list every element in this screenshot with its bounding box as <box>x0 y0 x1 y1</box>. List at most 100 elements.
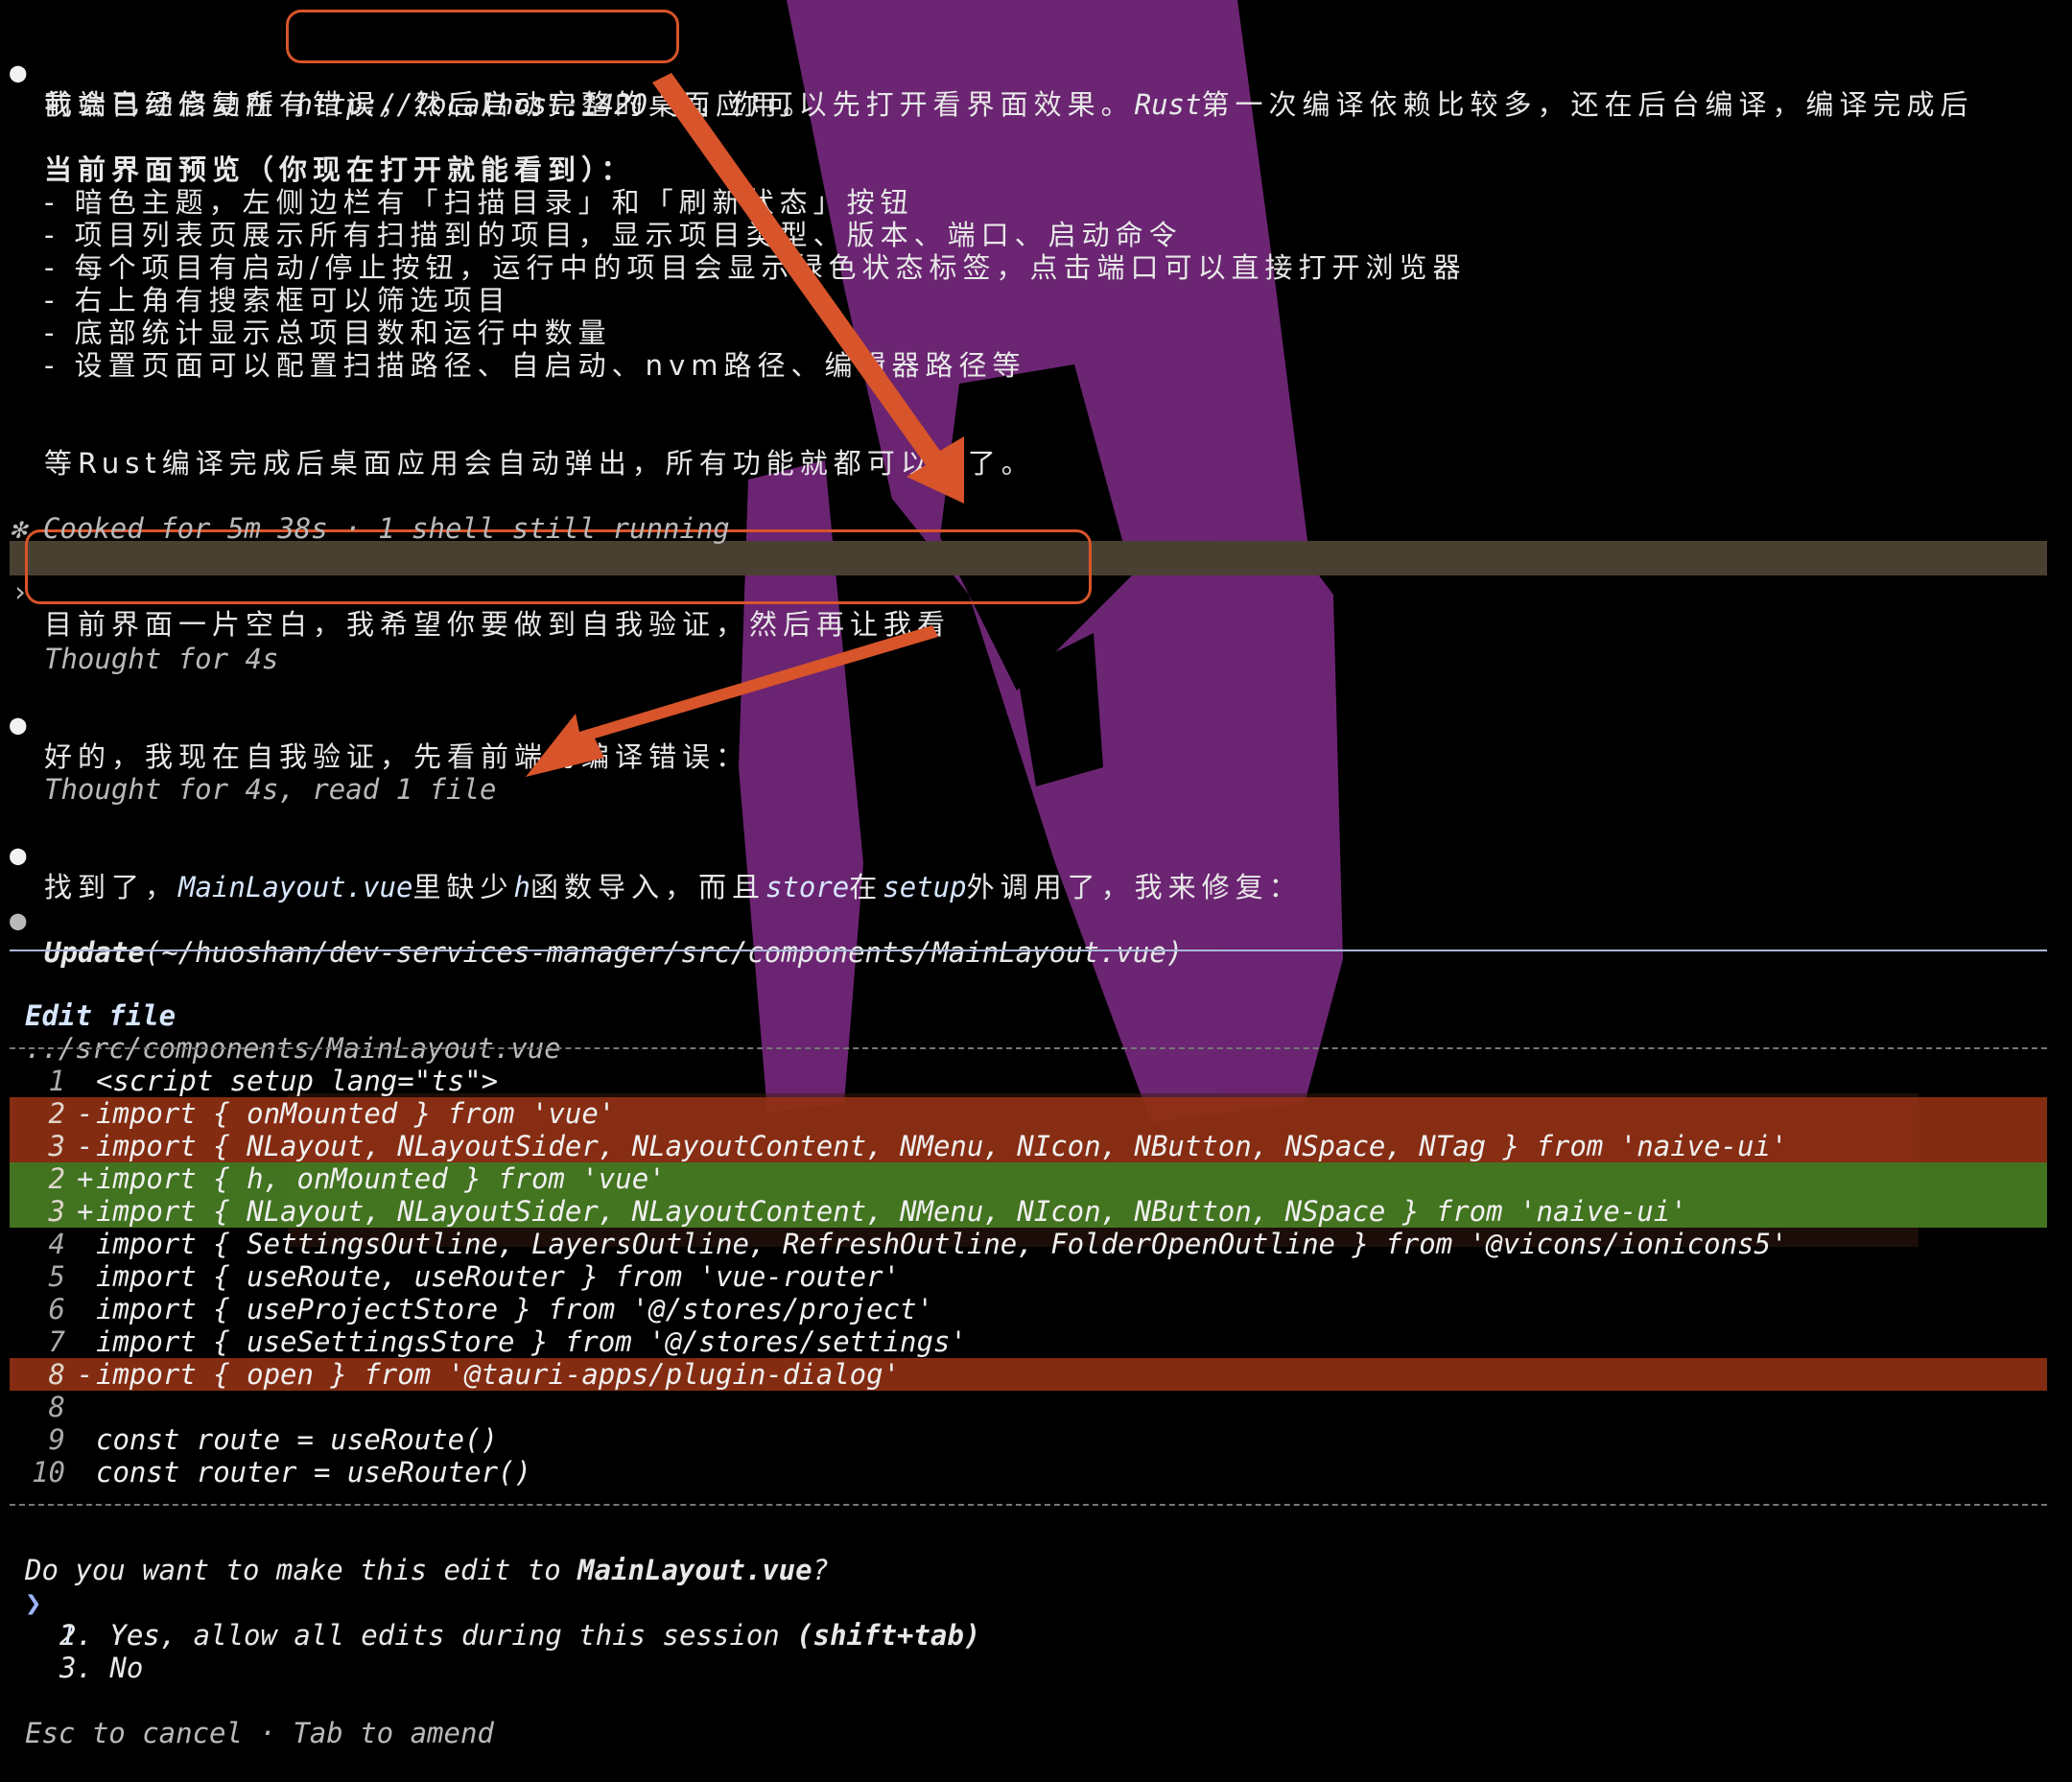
assistant-message-intro-line2: 我会自动修复所有错误，然后启动完整的桌面应用。 <box>0 56 2072 121</box>
preview-item-text: - 底部统计显示总项目数和运行中数量 <box>44 317 612 349</box>
thought-indicator[interactable]: Thought for 4s <box>0 610 2072 675</box>
line-number: 8 <box>48 1391 65 1423</box>
option-yes-allow-all[interactable]: 2. Yes, allow all edits during this sess… <box>0 1586 2072 1652</box>
code-text: import { useProjectStore } from '@/store… <box>96 1293 933 1325</box>
preview-item: - 暗色主题，左侧边栏有「扫描目录」和「刷新状态」按钮 <box>0 186 2072 219</box>
line-number: 10 <box>32 1456 65 1489</box>
diff-line: 1 <script setup lang="ts"> <box>10 1065 2047 1097</box>
line-number: 4 <box>48 1228 65 1260</box>
code-text: import { useSettingsStore } from '@/stor… <box>96 1325 967 1358</box>
preview-item: - 底部统计显示总项目数和运行中数量 <box>0 317 2072 349</box>
diff-sign: - <box>77 1097 94 1130</box>
diff-sign: - <box>77 1358 94 1391</box>
preview-item: - 设置页面可以配置扫描路径、自启动、nvm路径、编辑器路径等 <box>0 349 2072 382</box>
intro-text-3: 第一次编译依赖比较多，还在后台编译，编译完成后 <box>1201 88 1974 121</box>
preview-item-text: - 暗色主题，左侧边栏有「扫描目录」和「刷新状态」按钮 <box>44 186 914 219</box>
diff-sign <box>77 1260 96 1293</box>
code-text: import { SettingsOutline, LayersOutline,… <box>96 1228 1788 1260</box>
preview-item-text: - 项目列表页展示所有扫描到的项目，显示项目类型、版本、端口、启动命令 <box>44 219 1183 251</box>
divider <box>10 1504 2047 1506</box>
footer-text: Esc to cancel · Tab to amend <box>25 1717 494 1749</box>
bullet-dot-icon: ● <box>10 903 27 936</box>
diff-sign: + <box>77 1195 94 1228</box>
thought-text: Thought for 4s <box>44 643 279 675</box>
bullet-dot-icon: ● <box>10 838 27 871</box>
diff-sign <box>77 1065 96 1097</box>
divider <box>10 1047 2047 1049</box>
thought-indicator[interactable]: Thought for 4s, read 1 file <box>0 740 2072 806</box>
line-number: 5 <box>48 1260 65 1293</box>
status-text: ✻ Cooked for 5m 38s · 1 shell still runn… <box>10 512 730 545</box>
code-text: import { NLayout, NLayoutSider, NLayoutC… <box>96 1130 1788 1162</box>
update-tool-call: ● Update(~/huoshan/dev-services-manager/… <box>0 871 2072 969</box>
line-number: 3 <box>48 1195 65 1228</box>
line-number: 8 <box>48 1358 65 1391</box>
diff-sign: - <box>77 1130 94 1162</box>
preview-heading-text: 当前界面预览（你现在打开就能看到）： <box>44 153 635 186</box>
diff-line: 6 import { useProjectStore } from '@/sto… <box>10 1293 2047 1325</box>
diff-line: 4 import { SettingsOutline, LayersOutlin… <box>10 1228 2047 1260</box>
diff-sign <box>77 1456 96 1489</box>
terminal-window: ● 前端已经启动在 http://localhost:1420 了，你可以先打开… <box>0 0 2072 1749</box>
code-text: <script setup lang="ts"> <box>96 1065 499 1097</box>
closing-text: 等Rust编译完成后桌面应用会自动弹出，所有功能就都可以用了。 <box>0 414 2072 480</box>
bullet-dot-icon: ● <box>10 708 27 740</box>
code-text: import { h, onMounted } from 'vue' <box>96 1162 666 1195</box>
preview-item-text: - 设置页面可以配置扫描路径、自启动、nvm路径、编辑器路径等 <box>44 349 1026 382</box>
update-path: (~/huoshan/dev-services-manager/src/comp… <box>144 936 1184 969</box>
diff-sign <box>77 1391 96 1423</box>
assistant-message-intro: ● 前端已经启动在 http://localhost:1420 了，你可以先打开… <box>0 23 2072 121</box>
code-text: import { useRoute, useRouter } from 'vue… <box>96 1260 901 1293</box>
option-no[interactable]: 3. No <box>0 1619 2072 1684</box>
divider <box>10 950 2047 951</box>
diff-line-added: 3 + import { NLayout, NLayoutSider, NLayou… <box>10 1195 2047 1228</box>
update-label: Update <box>44 936 145 969</box>
diff-sign <box>77 1293 96 1325</box>
closing-text-content: 等Rust编译完成后桌面应用会自动弹出，所有功能就都可以用了。 <box>44 447 1035 480</box>
code-text: const route = useRoute() <box>96 1423 499 1456</box>
preview-heading: 当前界面预览（你现在打开就能看到）： <box>0 121 2072 186</box>
preview-item-text: - 右上角有搜索框可以筛选项目 <box>44 284 511 317</box>
diff-line: 9 const route = useRoute() <box>10 1423 2047 1456</box>
assistant-reply: ● 好的，我现在自我验证，先看前端的编译错误： <box>0 675 2072 773</box>
code-text: const router = useRouter() <box>96 1456 531 1489</box>
line-number: 2 <box>48 1162 65 1195</box>
diff-line-removed: 3- import { NLayout, NLayoutSider, NLayou… <box>10 1130 2047 1162</box>
line-number: 3 <box>48 1130 65 1162</box>
preview-item: - 项目列表页展示所有扫描到的项目，显示项目类型、版本、端口、启动命令 <box>0 219 2072 251</box>
diff-line-removed: 8- import { open } from '@tauri-apps/plug… <box>10 1358 2047 1391</box>
line-number: 9 <box>48 1423 65 1456</box>
diff-line: 8 <box>10 1391 2047 1423</box>
line-number: 2 <box>48 1097 65 1130</box>
rust-word: Rust <box>1134 88 1202 121</box>
line-number: 1 <box>48 1065 65 1097</box>
prompt-caret-icon: › <box>12 575 29 608</box>
diff-line: 7 import { useSettingsStore } from '@/st… <box>10 1325 2047 1358</box>
diff-line: 5 import { useRoute, useRouter } from 'v… <box>10 1260 2047 1293</box>
thought-text: Thought for 4s, read 1 file <box>44 773 497 806</box>
footer-hint: Esc to cancel · Tab to amend <box>0 1684 2072 1749</box>
line-number: 6 <box>48 1293 65 1325</box>
intro-text-line2: 我会自动修复所有错误，然后启动完整的桌面应用。 <box>44 88 817 121</box>
option-label: 3. No <box>59 1652 144 1684</box>
diff-line-added: 2 + import { h, onMounted } from 'vue' <box>10 1162 2047 1195</box>
user-message: › 目前界面一片空白，我希望你要做到自我验证，然后再让我看 <box>0 543 2072 641</box>
diff-line: 10 const router = useRouter() <box>10 1456 2047 1489</box>
edit-title: Edit file <box>0 967 2072 1032</box>
line-number: 7 <box>48 1325 65 1358</box>
diff-sign <box>77 1325 96 1358</box>
code-text: import { NLayout, NLayoutSider, NLayoutC… <box>96 1195 1687 1228</box>
edit-path: ../src/components/MainLayout.vue <box>0 999 2072 1065</box>
diff-line-removed: 2- import { onMounted } from 'vue' <box>10 1097 2047 1130</box>
preview-item: - 右上角有搜索框可以筛选项目 <box>0 284 2072 317</box>
diff-sign <box>77 1228 96 1260</box>
assistant-reply: ● 找到了，MainLayout.vue里缺少h函数导入，而且store在set… <box>0 806 2072 903</box>
diff-sign: + <box>77 1162 94 1195</box>
code-text: import { onMounted } from 'vue' <box>96 1097 616 1130</box>
preview-item: - 每个项目有启动/停止按钮，运行中的项目会显示绿色状态标签，点击端口可以直接打… <box>0 251 2072 284</box>
diff-sign <box>77 1423 96 1456</box>
confirm-question: Do you want to make this edit to MainLay… <box>0 1521 2072 1586</box>
option-yes[interactable]: ❯ 1. Yes <box>0 1554 2072 1652</box>
status-line: ✻ Cooked for 5m 38s · 1 shell still runn… <box>0 480 2072 545</box>
code-text: import { open } from '@tauri-apps/plugin… <box>96 1358 901 1391</box>
